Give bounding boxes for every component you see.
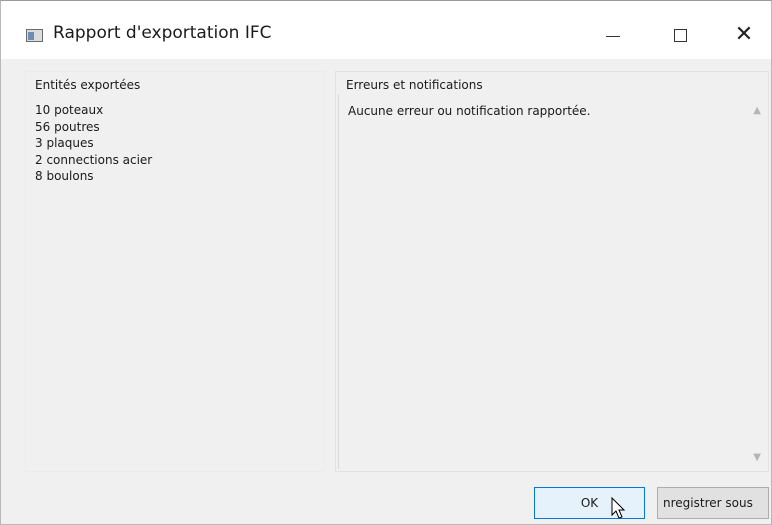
application-window-icon <box>26 29 43 42</box>
scroll-up-icon[interactable]: ▲ <box>753 105 761 116</box>
close-icon: ✕ <box>734 22 754 47</box>
scroll-down-icon[interactable]: ▼ <box>753 452 761 463</box>
export-report-dialog: Rapport d'exportation IFC ✕ Entités expo… <box>0 0 772 525</box>
close-button[interactable]: ✕ <box>721 15 767 55</box>
errors-notifications-panel: Erreurs et notifications Aucune erreur o… <box>335 71 769 472</box>
exported-entities-list: 10 poteaux 56 poutres 3 plaques 2 connec… <box>35 102 152 185</box>
list-item: 3 plaques <box>35 136 94 150</box>
minimize-icon <box>606 36 620 37</box>
list-item: 8 boulons <box>35 169 94 183</box>
exported-entities-panel: Entités exportées 10 poteaux 56 poutres … <box>25 71 325 472</box>
ok-button[interactable]: OK <box>534 487 645 519</box>
notification-message: Aucune erreur ou notification rapportée. <box>348 104 591 118</box>
exported-entities-header: Entités exportées <box>35 78 141 92</box>
maximize-button[interactable] <box>657 15 703 55</box>
list-item: 56 poutres <box>35 119 100 134</box>
app-icon-accent <box>28 32 34 40</box>
title-bar[interactable]: Rapport d'exportation IFC ✕ <box>1 1 771 59</box>
mouse-pointer-icon <box>611 497 626 519</box>
window-title: Rapport d'exportation IFC <box>53 23 272 43</box>
minimize-button[interactable] <box>589 15 635 55</box>
notifications-textbox[interactable]: Aucune erreur ou notification rapportée.… <box>338 94 767 469</box>
save-as-button[interactable]: nregistrer sous <box>657 487 769 519</box>
errors-notifications-header: Erreurs et notifications <box>346 78 483 92</box>
list-item: 10 poteaux <box>35 103 104 117</box>
maximize-icon <box>674 29 687 42</box>
list-item: 2 connections acier <box>35 152 153 167</box>
